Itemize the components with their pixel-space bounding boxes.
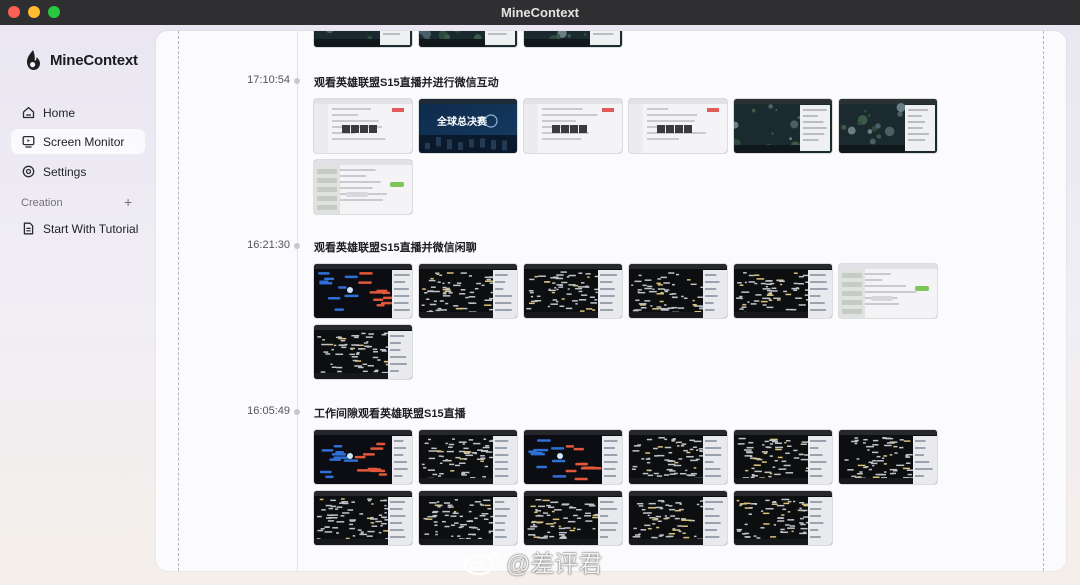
group-time: 16:21:30	[247, 239, 290, 251]
add-creation-button[interactable]: +	[124, 194, 132, 210]
home-icon	[22, 106, 35, 119]
timeline-dot	[294, 409, 300, 415]
screen-monitor-panel[interactable]: 17:10:54 观看英雄联盟S15直播并进行微信互动 全球总决赛 16:21:…	[156, 31, 1066, 571]
screenshot-thumbnail[interactable]	[524, 264, 622, 318]
timeline-dot	[294, 243, 300, 249]
timeline-dot	[294, 78, 300, 84]
sidebar: MineContext Home Screen Monitor Settings…	[0, 25, 155, 585]
watermark: @差评君	[462, 544, 602, 579]
minimize-window-button[interactable]	[28, 6, 40, 18]
screenshot-thumbnail[interactable]	[419, 264, 517, 318]
gear-icon	[22, 165, 35, 178]
screenshot-thumbnail[interactable]	[629, 99, 727, 153]
screenshot-thumbnail[interactable]	[629, 264, 727, 318]
sidebar-item-label: Home	[43, 105, 76, 120]
screenshot-thumbnail[interactable]	[314, 160, 412, 214]
sidebar-item-label: Screen Monitor	[43, 134, 125, 149]
sidebar-item-start-with-tutorial[interactable]: Start With Tutorial	[11, 216, 145, 241]
screenshot-thumbnail[interactable]	[524, 430, 622, 484]
guide-line-left	[178, 31, 179, 571]
window-controls	[8, 6, 60, 18]
document-icon	[22, 222, 35, 235]
screenshot-thumbnail[interactable]	[314, 491, 412, 545]
thumbnail-row-partial	[314, 31, 944, 47]
screenshot-thumbnail[interactable]	[524, 491, 622, 545]
screenshot-thumbnail[interactable]	[839, 99, 937, 153]
screenshot-thumbnail[interactable]	[419, 31, 517, 47]
screenshot-thumbnail[interactable]	[839, 430, 937, 484]
screenshot-thumbnail[interactable]	[419, 430, 517, 484]
screenshot-thumbnail[interactable]	[314, 264, 412, 318]
watermark-text: @差评君	[506, 551, 603, 578]
screenshot-thumbnail[interactable]	[524, 31, 622, 47]
sidebar-item-home[interactable]: Home	[11, 100, 145, 125]
thumbnail-grid: 全球总决赛	[314, 99, 944, 214]
screenshot-thumbnail[interactable]	[734, 264, 832, 318]
screenshot-thumbnail[interactable]	[314, 325, 412, 379]
sidebar-item-label: Settings	[43, 164, 87, 179]
group-time: 16:05:49	[247, 405, 290, 417]
brand-logo[interactable]: MineContext	[24, 49, 138, 71]
thumbnail-grid	[314, 264, 944, 379]
window-title: MineContext	[501, 5, 579, 20]
screenshot-thumbnail[interactable]	[629, 430, 727, 484]
screenshot-thumbnail[interactable]	[734, 491, 832, 545]
monitor-icon	[22, 135, 35, 148]
title-bar: MineContext	[0, 0, 1080, 25]
screenshot-thumbnail[interactable]	[734, 99, 832, 153]
group-title: 观看英雄联盟S15直播并微信闲聊	[314, 242, 477, 254]
screenshot-thumbnail[interactable]	[839, 264, 937, 318]
group-title: 观看英雄联盟S15直播并进行微信互动	[314, 77, 499, 89]
group-title: 工作间隙观看英雄联盟S15直播	[314, 408, 466, 420]
flame-logo-icon	[27, 50, 40, 70]
screenshot-thumbnail[interactable]	[629, 491, 727, 545]
section-label-creation: Creation	[21, 197, 63, 209]
guide-line-right	[1043, 31, 1044, 571]
screenshot-thumbnail[interactable]	[524, 99, 622, 153]
sidebar-item-settings[interactable]: Settings	[11, 159, 145, 184]
weibo-logo-icon	[464, 550, 499, 575]
screenshot-thumbnail[interactable]	[419, 491, 517, 545]
close-window-button[interactable]	[8, 6, 20, 18]
thumbnail-grid	[314, 430, 944, 545]
sidebar-item-screen-monitor[interactable]: Screen Monitor	[11, 129, 145, 154]
screenshot-thumbnail[interactable]: 全球总决赛	[419, 99, 517, 153]
screenshot-thumbnail[interactable]	[734, 430, 832, 484]
maximize-window-button[interactable]	[48, 6, 60, 18]
group-time: 17:10:54	[247, 74, 290, 86]
brand-name: MineContext	[50, 51, 138, 69]
sidebar-item-label: Start With Tutorial	[43, 221, 139, 236]
svg-text:全球总决赛: 全球总决赛	[436, 115, 488, 128]
screenshot-thumbnail[interactable]	[314, 430, 412, 484]
timeline-line	[297, 31, 298, 571]
screenshot-thumbnail[interactable]	[314, 99, 412, 153]
screenshot-thumbnail[interactable]	[314, 31, 412, 47]
